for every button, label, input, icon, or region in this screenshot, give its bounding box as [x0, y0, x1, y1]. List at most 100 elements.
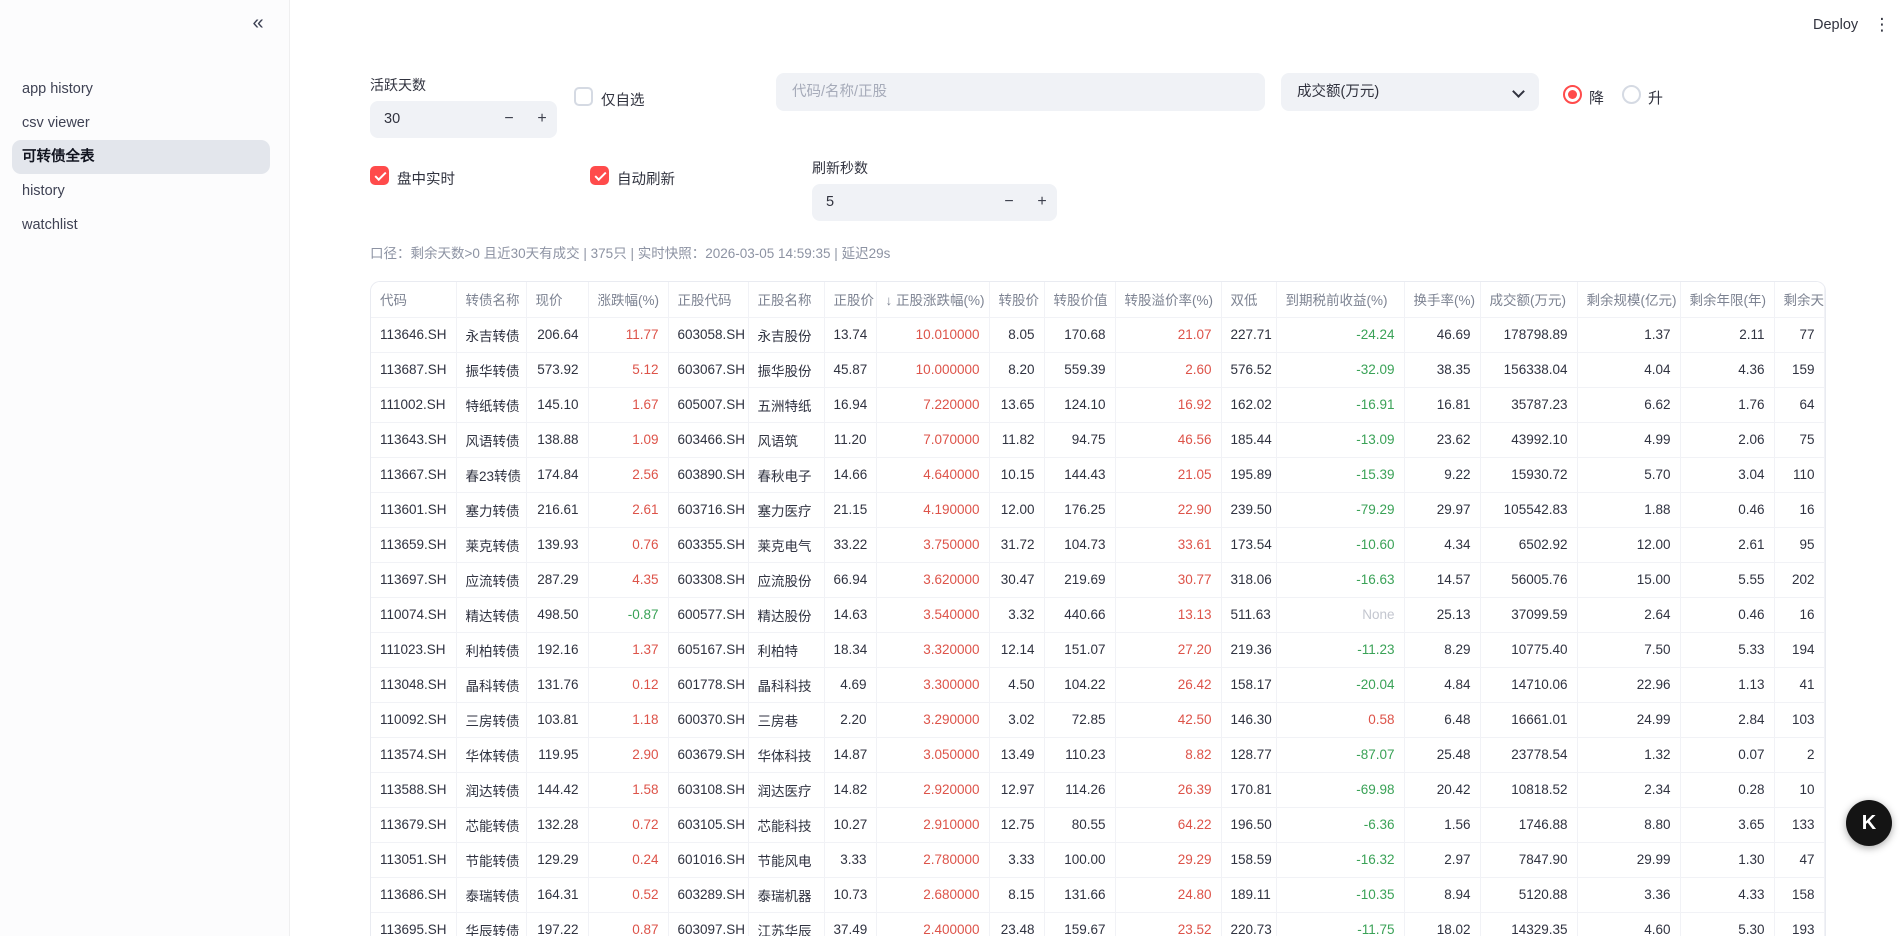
table-cell: 7.50 — [1577, 632, 1680, 667]
table-cell: 146.30 — [1221, 702, 1276, 737]
table-cell: 22.96 — [1577, 667, 1680, 702]
kebab-menu-icon[interactable]: ⋮ — [1870, 13, 1894, 37]
table-cell: 莱克转债 — [456, 527, 526, 562]
refresh-seconds-decrement-button[interactable]: − — [994, 184, 1024, 221]
table-cell: 2.61 — [1680, 527, 1774, 562]
table-cell: 三房巷 — [748, 702, 824, 737]
column-header[interactable]: 双低 — [1221, 282, 1276, 317]
table-cell: 197.22 — [526, 912, 588, 936]
table-cell: 498.50 — [526, 597, 588, 632]
column-header[interactable]: ↓ 正股涨跌幅(%) — [876, 282, 989, 317]
column-header[interactable]: 成交额(万元) — [1480, 282, 1577, 317]
table-cell: 124.10 — [1044, 387, 1115, 422]
table-cell: 润达医疗 — [748, 772, 824, 807]
column-header[interactable]: 剩余规模(亿元) — [1577, 282, 1680, 317]
table-cell: 3.33 — [989, 842, 1044, 877]
active-days-increment-button[interactable]: + — [527, 101, 557, 138]
table-cell: 41 — [1774, 667, 1824, 702]
table-cell: 37.49 — [824, 912, 876, 936]
refresh-seconds-value[interactable]: 5 — [826, 184, 834, 221]
table-cell: -16.91 — [1276, 387, 1404, 422]
table-cell: 139.93 — [526, 527, 588, 562]
sidebar-item-watchlist[interactable]: watchlist — [12, 208, 270, 242]
column-header[interactable]: 转股价 — [989, 282, 1044, 317]
active-days-input[interactable]: 30 − + — [370, 101, 557, 138]
table-cell: 23778.54 — [1480, 737, 1577, 772]
sort-asc-radio[interactable] — [1622, 85, 1641, 104]
table-cell: 35787.23 — [1480, 387, 1577, 422]
realtime-label[interactable]: 盘中实时 — [397, 168, 455, 189]
active-days-value[interactable]: 30 — [384, 101, 400, 138]
table-cell: 4.35 — [588, 562, 668, 597]
column-header[interactable]: 剩余年限(年) — [1680, 282, 1774, 317]
column-header[interactable]: 剩余天数 — [1774, 282, 1824, 317]
search-input[interactable]: 代码/名称/正股 — [776, 73, 1265, 111]
table-cell: 10818.52 — [1480, 772, 1577, 807]
table-cell: 113574.SH — [371, 737, 456, 772]
table-cell: 4.50 — [989, 667, 1044, 702]
table-cell: 0.28 — [1680, 772, 1774, 807]
sidebar-item-csv-viewer[interactable]: csv viewer — [12, 106, 270, 140]
table-cell: 5120.88 — [1480, 877, 1577, 912]
table-row: 113697.SH应流转债287.294.35603308.SH应流股份66.9… — [371, 562, 1824, 597]
active-days-label: 活跃天数 — [370, 75, 426, 95]
column-header[interactable]: 换手率(%) — [1404, 282, 1480, 317]
table-cell: 1746.88 — [1480, 807, 1577, 842]
sort-desc-radio[interactable] — [1563, 85, 1582, 104]
table-cell: 8.29 — [1404, 632, 1480, 667]
table-cell: 风语转债 — [456, 422, 526, 457]
column-header[interactable]: 现价 — [526, 282, 588, 317]
table-cell: 14.63 — [824, 597, 876, 632]
table-cell: 129.29 — [526, 842, 588, 877]
table-cell: 8.94 — [1404, 877, 1480, 912]
table-cell: 7.220000 — [876, 387, 989, 422]
floating-k-badge[interactable]: K — [1846, 800, 1892, 846]
sidebar-collapse-icon[interactable]: « — [238, 10, 278, 38]
table-cell: 晶科科技 — [748, 667, 824, 702]
column-header[interactable]: 转债名称 — [456, 282, 526, 317]
table-cell: 196.50 — [1221, 807, 1276, 842]
realtime-checkbox[interactable] — [370, 166, 389, 185]
table-cell: 3.320000 — [876, 632, 989, 667]
table-cell: 8.80 — [1577, 807, 1680, 842]
column-header[interactable]: 正股代码 — [668, 282, 748, 317]
sort-desc-label[interactable]: 降 — [1589, 87, 1604, 108]
table-cell: 113697.SH — [371, 562, 456, 597]
refresh-seconds-input[interactable]: 5 − + — [812, 184, 1057, 221]
column-header[interactable]: 转股价值 — [1044, 282, 1115, 317]
table-row: 113588.SH润达转债144.421.58603108.SH润达医疗14.8… — [371, 772, 1824, 807]
table-cell: 芯能转债 — [456, 807, 526, 842]
sidebar-item-history[interactable]: history — [12, 174, 270, 208]
table-cell: 104.73 — [1044, 527, 1115, 562]
only-watchlist-checkbox[interactable] — [574, 87, 593, 106]
auto-refresh-checkbox[interactable] — [590, 166, 609, 185]
sidebar-item-可转债全表[interactable]: 可转债全表 — [12, 140, 270, 174]
table-cell: 603355.SH — [668, 527, 748, 562]
table-cell: 14.57 — [1404, 562, 1480, 597]
table-cell: 4.60 — [1577, 912, 1680, 936]
auto-refresh-label[interactable]: 自动刷新 — [617, 168, 675, 189]
column-header[interactable]: 涨跌幅(%) — [588, 282, 668, 317]
sidebar-item-app-history[interactable]: app history — [12, 72, 270, 106]
table-cell: 119.95 — [526, 737, 588, 772]
table-cell: 五洲特纸 — [748, 387, 824, 422]
sort-field-select[interactable]: 成交额(万元) — [1281, 73, 1539, 111]
table-cell: 永吉股份 — [748, 317, 824, 352]
table-cell: 26.42 — [1115, 667, 1221, 702]
column-header[interactable]: 代码 — [371, 282, 456, 317]
table-cell: 1.18 — [588, 702, 668, 737]
sort-asc-label[interactable]: 升 — [1648, 87, 1663, 108]
table-cell: 11.77 — [588, 317, 668, 352]
active-days-decrement-button[interactable]: − — [494, 101, 524, 138]
table-cell: 2.60 — [1115, 352, 1221, 387]
column-header[interactable]: 转股溢价率(%) — [1115, 282, 1221, 317]
column-header[interactable]: 正股名称 — [748, 282, 824, 317]
column-header[interactable]: 到期税前收益(%) — [1276, 282, 1404, 317]
only-watchlist-label[interactable]: 仅自选 — [601, 89, 645, 110]
table-cell: 605007.SH — [668, 387, 748, 422]
table-cell: 178798.89 — [1480, 317, 1577, 352]
status-line: 口径：剩余天数>0 且近30天有成交 | 375只 | 实时快照：2026-03… — [370, 242, 890, 262]
column-header[interactable]: 正股价 — [824, 282, 876, 317]
refresh-seconds-increment-button[interactable]: + — [1027, 184, 1057, 221]
deploy-button[interactable]: Deploy — [1813, 17, 1858, 33]
